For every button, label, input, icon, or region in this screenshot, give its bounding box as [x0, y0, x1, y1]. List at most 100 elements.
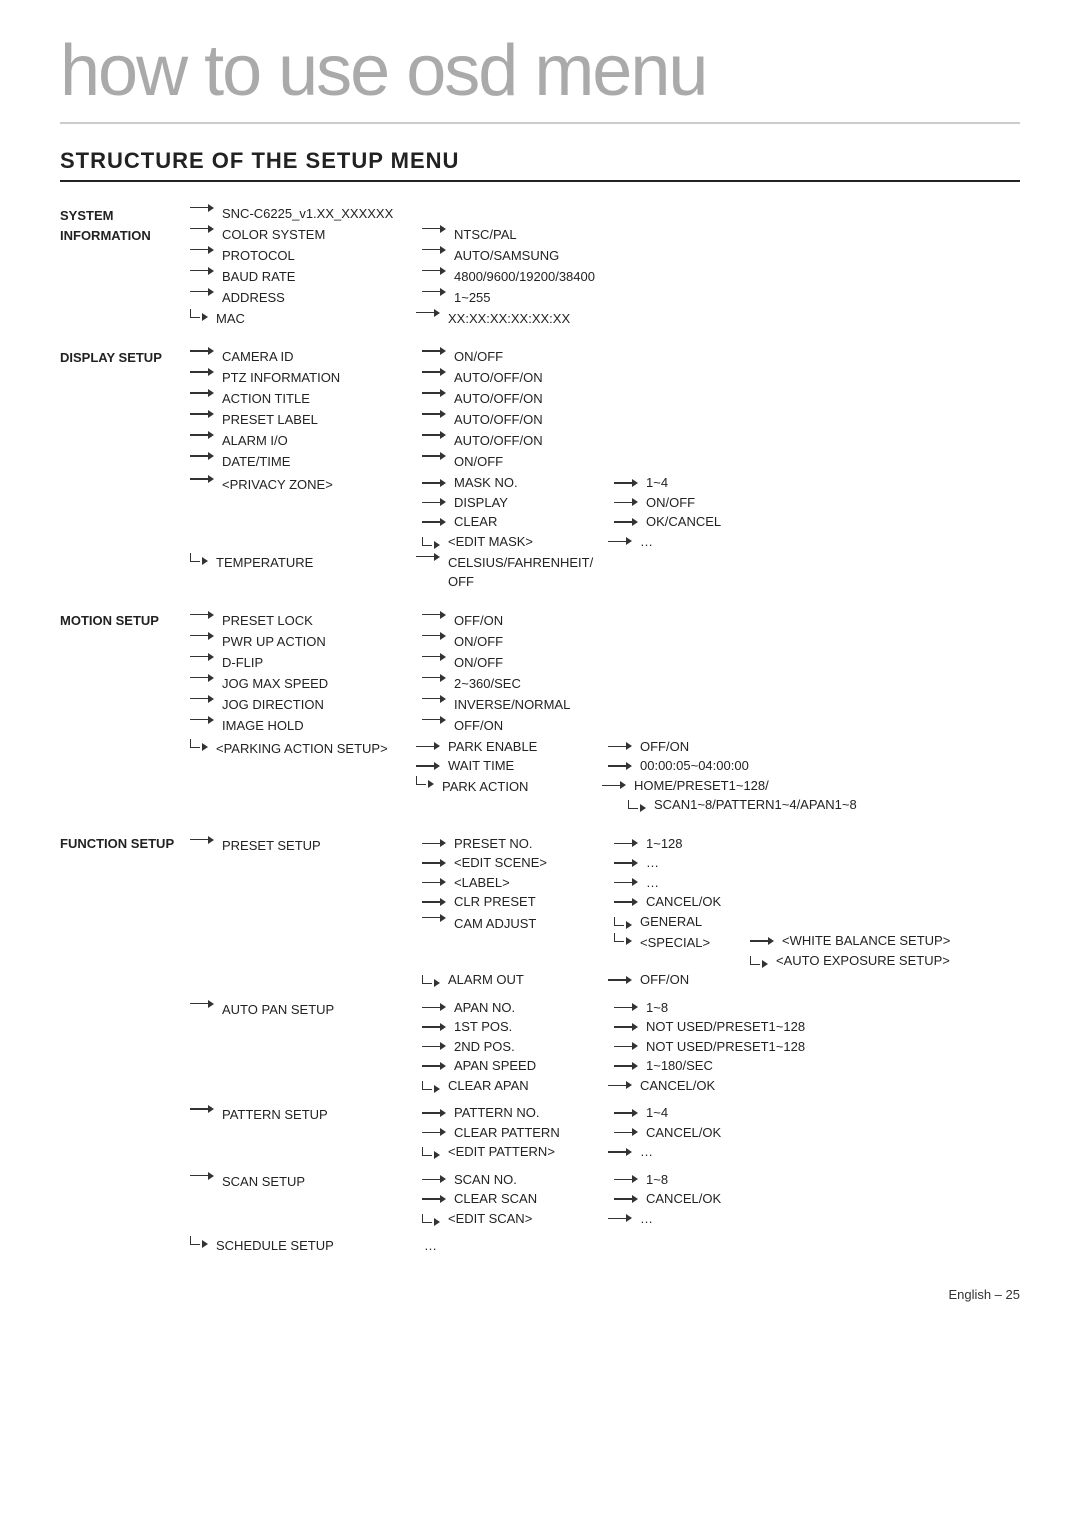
arrow-jog-dir-val — [422, 695, 450, 703]
1st-pos-label: 1ST POS. — [454, 1017, 614, 1037]
park-enable-value: OFF/ON — [640, 737, 689, 757]
alarm-io-value: AUTO/OFF/ON — [454, 431, 543, 451]
arrow-alarm-out — [422, 975, 444, 984]
row-pwr-up: PWR UP ACTION ON/OFF — [190, 632, 857, 652]
action-title-label: ACTION TITLE — [222, 389, 422, 409]
preset-label-value: AUTO/OFF/ON — [454, 410, 543, 430]
cam-adjust-label: CAM ADJUST — [454, 914, 614, 934]
alarm-out-label: ALARM OUT — [448, 970, 608, 990]
row-scan-no: SCAN NO. 1~8 — [422, 1170, 721, 1190]
arrow-image-hold-val — [422, 716, 450, 724]
arrow-action-title-val — [422, 389, 450, 397]
arrow-camera-id — [190, 347, 218, 355]
row-general: GENERAL — [614, 912, 950, 932]
arrow-dflip-val — [422, 653, 450, 661]
clear-apan-value: CANCEL/OK — [640, 1076, 715, 1096]
temperature-value: CELSIUS/FAHRENHEIT/OFF — [448, 553, 593, 592]
row-park-enable: PARK ENABLE OFF/ON — [416, 737, 857, 757]
arrow-2nd-pos — [422, 1042, 450, 1050]
row-action-title: ACTION TITLE AUTO/OFF/ON — [190, 389, 721, 409]
scan-no-label: SCAN NO. — [454, 1170, 614, 1190]
group-content-motion: PRESET LOCK OFF/ON PWR UP ACTION ON/OFF … — [190, 609, 857, 816]
wait-time-value: 00:00:05~04:00:00 — [640, 756, 749, 776]
arrow-dflip — [190, 653, 218, 661]
datetime-label: DATE/TIME — [222, 452, 422, 472]
special-subitems: <WHITE BALANCE SETUP> <AUTO EXPOSURE SET — [750, 931, 950, 970]
label-sub-label: <LABEL> — [454, 873, 614, 893]
row-1st-pos: 1ST POS. NOT USED/PRESET1~128 — [422, 1017, 805, 1037]
jog-speed-value: 2~360/SEC — [454, 674, 521, 694]
row-temperature: TEMPERATURE CELSIUS/FAHRENHEIT/OFF — [190, 553, 721, 592]
auto-pan-subitems: APAN NO. 1~8 1ST POS. NOT USED/PRESET1~1… — [422, 998, 805, 1096]
dflip-label: D-FLIP — [222, 653, 422, 673]
edit-scan-value: … — [640, 1209, 653, 1229]
row-camera-id: CAMERA ID ON/OFF — [190, 347, 721, 367]
apan-no-label: APAN NO. — [454, 998, 614, 1018]
arrow-preset-lock-val — [422, 611, 450, 619]
temperature-label: TEMPERATURE — [216, 553, 416, 573]
arrow-mac — [190, 309, 212, 318]
arrow-label-sub — [422, 878, 450, 886]
arrow-jog-speed-val — [422, 674, 450, 682]
datetime-value: ON/OFF — [454, 452, 503, 472]
parking-subitems: PARK ENABLE OFF/ON WAIT TIME 00:00:05~04… — [416, 737, 857, 815]
arrow-clr-preset — [422, 898, 450, 906]
page-container: how to use osd menu STRUCTURE OF THE SET… — [0, 0, 1080, 1524]
display-sub-value: ON/OFF — [646, 493, 695, 513]
arrow-pattern-no — [422, 1109, 450, 1117]
edit-mask-value: … — [640, 532, 653, 552]
arrow-ptz-val — [422, 368, 450, 376]
footer: English – 25 — [60, 1287, 1020, 1302]
group-label-system: SYSTEMINFORMATION — [60, 202, 190, 245]
clear-sub-value: OK/CANCEL — [646, 512, 721, 532]
pwr-up-value: ON/OFF — [454, 632, 503, 652]
arrow-datetime-val — [422, 452, 450, 460]
protocol-value: AUTO/SAMSUNG — [454, 246, 559, 266]
row-mac: MAC XX:XX:XX:XX:XX:XX — [190, 309, 595, 329]
arrow-park-enable-val — [608, 742, 636, 750]
arrow-clear-apan — [422, 1081, 444, 1090]
group-label-motion: MOTION SETUP — [60, 609, 190, 631]
group-motion: MOTION SETUP PRESET LOCK OFF/ON PWR UP A… — [60, 609, 1020, 816]
preset-label-label: PRESET LABEL — [222, 410, 422, 430]
arrow-general — [614, 917, 636, 926]
arrow-clear-pattern-val — [614, 1128, 642, 1136]
image-hold-value: OFF/ON — [454, 716, 503, 736]
row-schedule-setup: SCHEDULE SETUP … — [190, 1236, 950, 1256]
edit-mask-label: <EDIT MASK> — [448, 532, 608, 552]
edit-scene-value: … — [646, 853, 659, 873]
ptz-value: AUTO/OFF/ON — [454, 368, 543, 388]
row-label-sub: <LABEL> … — [422, 873, 950, 893]
arrow-ptz — [190, 368, 218, 376]
pwr-up-label: PWR UP ACTION — [222, 632, 422, 652]
arrow-pwr-up-val — [422, 632, 450, 640]
arrow-clear-pattern — [422, 1128, 450, 1136]
arrow-camera-id-val — [422, 347, 450, 355]
label-sub-value: … — [646, 873, 659, 893]
scan-setup-label: SCAN SETUP — [222, 1172, 422, 1192]
pattern-no-label: PATTERN NO. — [454, 1103, 614, 1123]
edit-scene-label: <EDIT SCENE> — [454, 853, 614, 873]
address-value: 1~255 — [454, 288, 491, 308]
preset-lock-value: OFF/ON — [454, 611, 503, 631]
ntsc-value: NTSC/PAL — [454, 225, 517, 245]
mask-no-label: MASK NO. — [454, 473, 614, 493]
address-label: ADDRESS — [222, 288, 422, 308]
row-pattern-setup: PATTERN SETUP PATTERN NO. 1~4 CLEAR PATT… — [190, 1103, 950, 1162]
arrow-park-enable — [416, 742, 444, 750]
arrow-pattern-setup — [190, 1105, 218, 1113]
row-clear-apan: CLEAR APAN CANCEL/OK — [422, 1076, 805, 1096]
color-system-label: COLOR SYSTEM — [222, 225, 422, 245]
group-function: FUNCTION SETUP PRESET SETUP PRESET NO. 1… — [60, 832, 1020, 1257]
row-cam-adjust: CAM ADJUST GENERAL — [422, 912, 950, 971]
baud-value: 4800/9600/19200/38400 — [454, 267, 595, 287]
wait-time-label: WAIT TIME — [448, 756, 608, 776]
row-snc: SNC-C6225_v1.XX_XXXXXX — [190, 204, 595, 224]
arrow-preset-lock — [190, 611, 218, 619]
arrow-preset-no-val — [614, 839, 642, 847]
arrow-display-sub — [422, 498, 450, 506]
clr-preset-label: CLR PRESET — [454, 892, 614, 912]
group-label-function: FUNCTION SETUP — [60, 832, 190, 854]
row-park-action: PARK ACTION HOME/PRESET1~128/ — [416, 776, 857, 815]
schedule-setup-value: … — [424, 1236, 437, 1256]
